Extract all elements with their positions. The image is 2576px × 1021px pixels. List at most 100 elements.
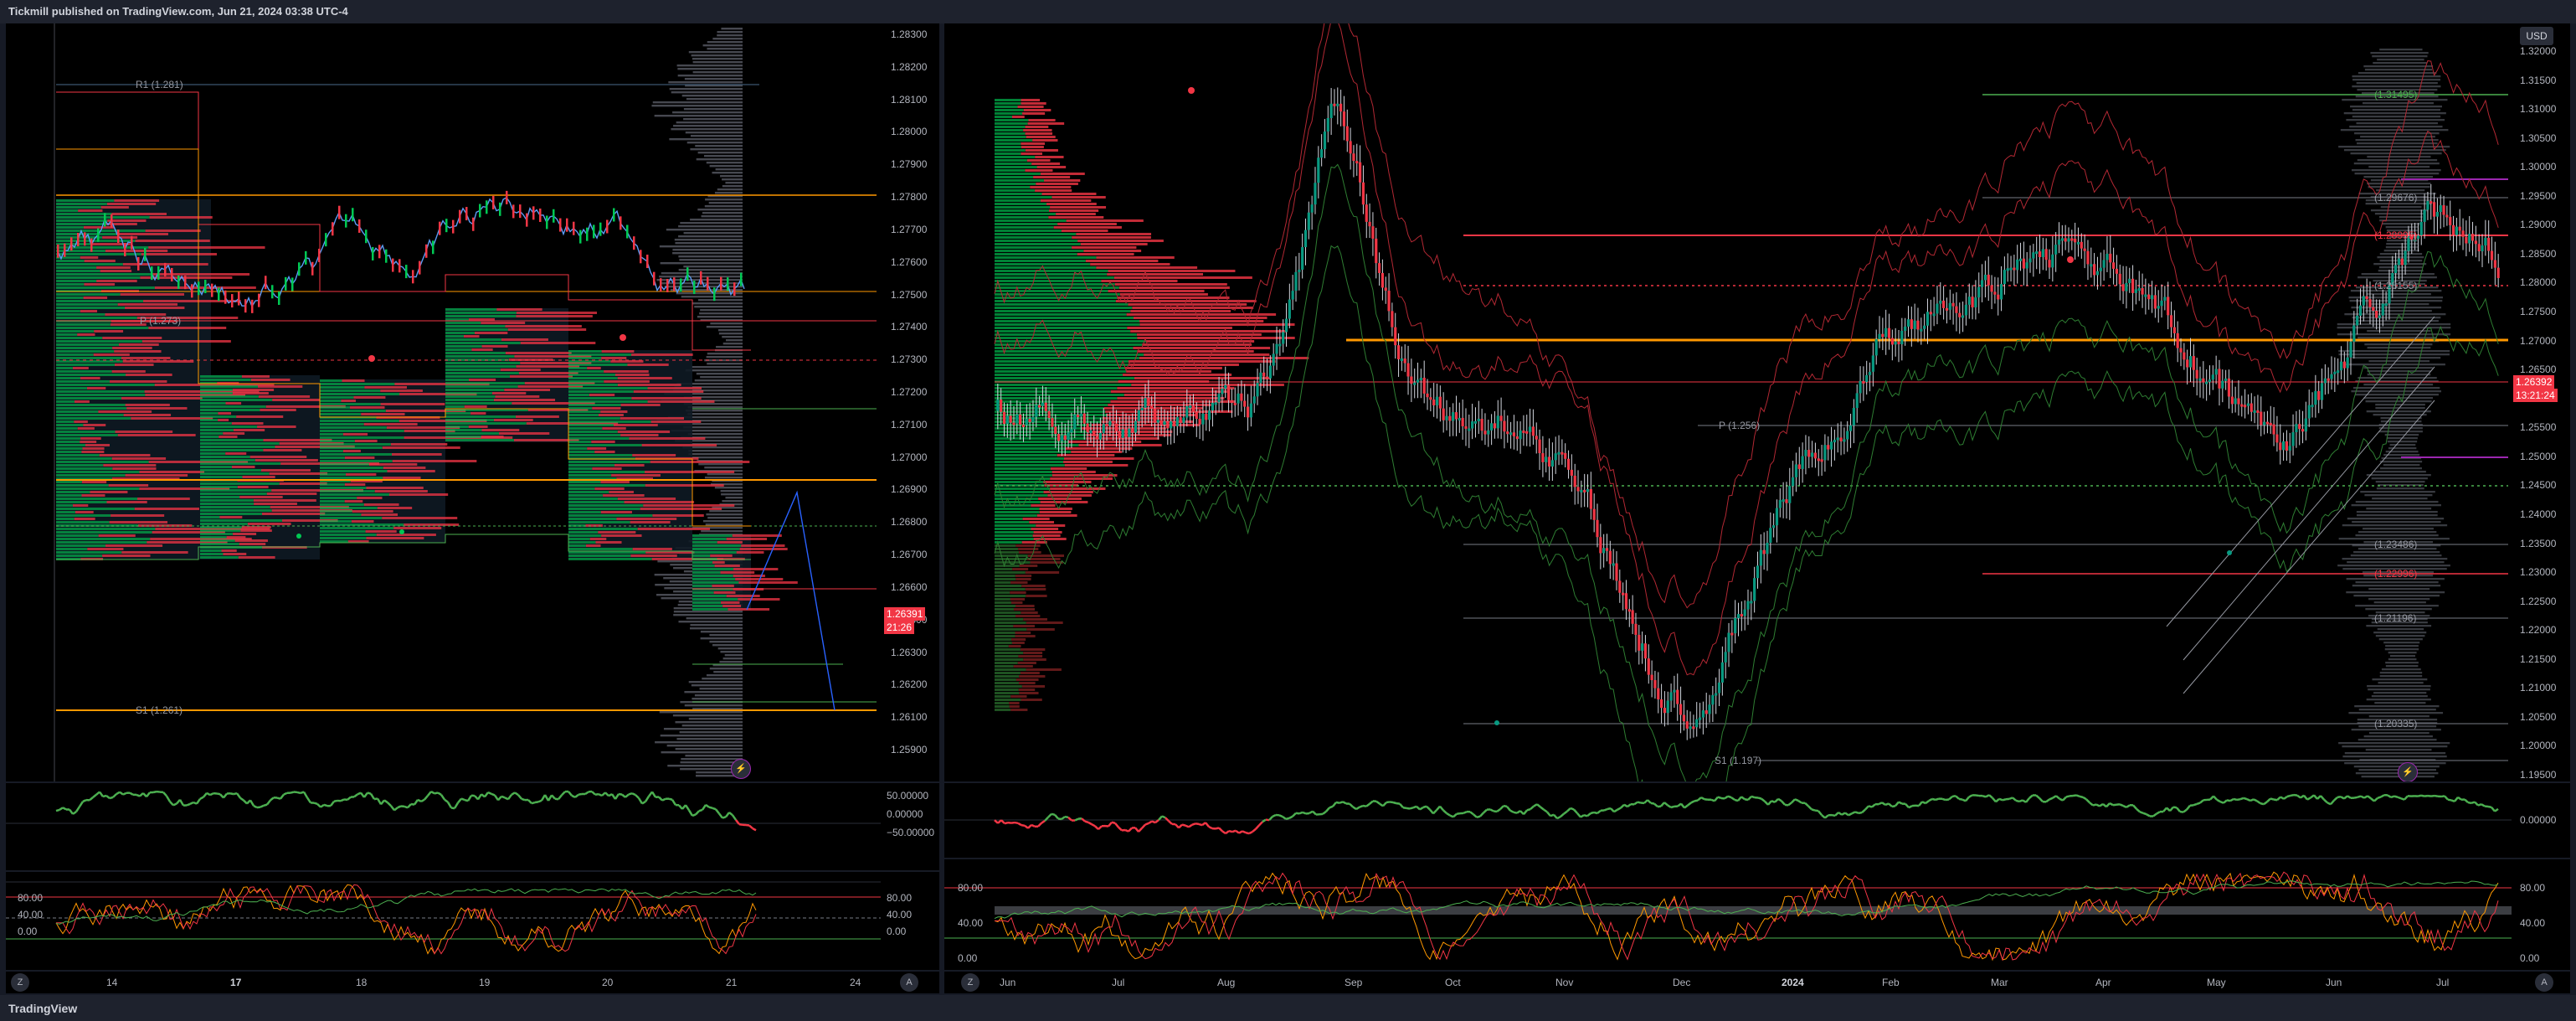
candle <box>198 281 200 296</box>
profile-bar-down <box>645 471 735 473</box>
candle-body <box>2346 357 2349 369</box>
profile-bar-up <box>320 456 345 459</box>
volume-profile-bar <box>704 477 743 479</box>
candle-body <box>1426 393 1429 398</box>
macd-segment <box>1295 812 1300 815</box>
left-macd-pane[interactable]: 50.00000 0.00000 −50.00000 <box>6 783 939 870</box>
right-price-chart[interactable]: 1.32000 1.31500 1.31000 1.30500 1.30000 1.295… <box>944 23 2570 781</box>
volume-profile-bar <box>2342 524 2448 527</box>
candle-body <box>1288 299 1291 319</box>
candle-body <box>1282 332 1285 344</box>
candle <box>573 221 575 235</box>
right-macd-pane[interactable]: 0.00000 <box>944 783 2570 858</box>
candle-body <box>1108 420 1112 426</box>
macd-segment <box>446 802 453 809</box>
candle-body <box>1698 717 1702 720</box>
composite-profile-down <box>1117 387 1235 389</box>
volume-profile-bar <box>651 105 743 107</box>
volume-profile-bar <box>2366 410 2431 413</box>
chart-canvas <box>54 23 939 781</box>
profile-bar-down <box>640 508 722 510</box>
profile-bar-up <box>56 297 84 299</box>
macd-segment <box>216 792 221 796</box>
volume-profile-bar <box>691 366 743 369</box>
profile-bar-up <box>568 464 614 467</box>
candle-body <box>2074 238 2077 243</box>
composite-profile-up <box>995 169 1026 172</box>
profile-bar-down <box>80 377 100 379</box>
composite-profile-down <box>1131 384 1284 386</box>
stoch-axis-label-right: 40.00 <box>887 909 913 920</box>
macd-segment <box>369 793 376 800</box>
candle-body <box>2423 209 2426 222</box>
candle-body <box>1002 411 1006 425</box>
lightning-icon[interactable]: ⚡ <box>2398 762 2418 781</box>
candle <box>345 214 347 228</box>
profile-bar-up <box>200 506 270 508</box>
profile-bar-up <box>56 491 90 493</box>
right-date-axis: Jun Jul Aug Sep Oct Nov Dec 2024 Feb Mar Apr May Jun… <box>944 972 2570 993</box>
lightning-icon[interactable]: ⚡ <box>731 759 751 779</box>
candle-body <box>1904 326 1907 331</box>
profile-bar-down <box>106 203 157 205</box>
macd-segment <box>1218 827 1223 833</box>
profile-bar-up <box>320 436 404 439</box>
volume-profile-bar <box>720 175 743 178</box>
profile-bar-up <box>320 420 399 422</box>
composite-profile-up <box>995 675 1020 678</box>
profile-bar-down <box>404 523 460 526</box>
candle-body <box>1249 403 1252 418</box>
candle-body <box>2186 359 2189 368</box>
profile-bar-up <box>568 471 645 473</box>
macd-segment <box>2035 794 2040 799</box>
candle-body <box>1618 580 1622 593</box>
macd-segment <box>1841 812 1846 816</box>
zoom-reset-button[interactable]: Z <box>11 973 29 992</box>
candle-body <box>2333 371 2337 374</box>
right-stochastic-pane[interactable]: 80.00 40.00 0.00 80.00 40.00 0.00 <box>944 859 2570 970</box>
profile-bar-up <box>56 544 106 547</box>
macd-segment <box>62 807 67 811</box>
profile-bar-up <box>568 514 653 517</box>
candle-body <box>1082 413 1086 424</box>
composite-profile-up <box>995 682 1019 684</box>
price-axis-label: 1.30000 <box>2520 161 2557 173</box>
profile-bar-down <box>100 206 129 209</box>
tradingview-logo-icon[interactable]: TradingView <box>8 1002 77 1015</box>
profile-bar-down <box>80 256 99 259</box>
profile-bar-up <box>56 508 135 510</box>
auto-scale-button[interactable]: A <box>900 973 918 992</box>
composite-profile-up <box>995 638 1012 641</box>
volume-profile-bar <box>2352 116 2441 118</box>
zoom-reset-button[interactable]: Z <box>961 973 979 992</box>
candle <box>620 216 622 230</box>
composite-profile-up <box>995 467 1051 470</box>
profile-bar-down <box>74 420 88 423</box>
macd-segment <box>253 804 258 809</box>
profile-bar-down <box>507 328 587 331</box>
composite-profile-down <box>1036 166 1067 168</box>
macd-segment <box>1694 799 1699 802</box>
candle <box>707 276 709 291</box>
profile-bar-down <box>591 441 615 443</box>
volume-profile-bar <box>652 101 743 104</box>
profile-bar-down <box>501 338 548 341</box>
candle-body <box>1977 286 1981 298</box>
volume-profile-bar <box>2360 491 2435 493</box>
currency-button[interactable]: USD <box>2520 27 2553 45</box>
candle-body <box>1792 477 1795 487</box>
volume-profile-bar <box>2364 494 2433 497</box>
composite-profile-down <box>1117 397 1225 400</box>
volume-profile-bar <box>2365 749 2432 751</box>
macd-segment <box>1951 795 1956 798</box>
profile-bar-down <box>592 407 621 410</box>
left-stochastic-pane[interactable]: 80.00 40.00 0.00 80.00 40.00 0.00 <box>6 872 939 970</box>
left-price-chart[interactable]: 1.28300 1.28200 1.28100 1.28000 1.27900 1.278… <box>6 23 939 781</box>
candle-body <box>2246 403 2250 406</box>
auto-scale-button[interactable]: A <box>2535 973 2553 992</box>
volume-profile-bar <box>675 242 743 245</box>
profile-bar-down <box>218 419 229 421</box>
profile-bar-down <box>134 508 200 510</box>
composite-profile-up <box>995 531 1034 534</box>
volume-profile-bar <box>702 520 743 523</box>
